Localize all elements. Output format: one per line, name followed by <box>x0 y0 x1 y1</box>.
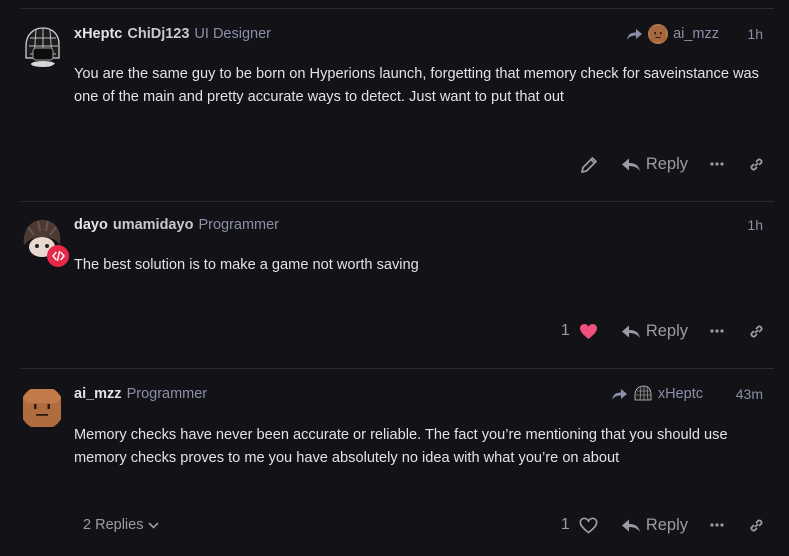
chevron-down-icon <box>148 521 160 529</box>
author-line: ai_mzz Programmer <box>74 384 207 404</box>
heart-outline-icon <box>579 516 598 534</box>
reply-to-username: ai_mzz <box>673 26 719 42</box>
share-link-button[interactable] <box>748 517 765 534</box>
replies-count-label: 2 Replies <box>83 517 144 533</box>
post-time[interactable]: 1h <box>747 215 763 235</box>
post-body: Memory checks have never been accurate o… <box>74 427 728 466</box>
more-icon <box>710 523 724 527</box>
reply-to-tab[interactable]: ai_mzz <box>627 24 719 44</box>
share-link-button[interactable] <box>748 323 765 340</box>
more-icon <box>710 162 724 166</box>
full-name: umamidayo <box>112 217 194 233</box>
more-button[interactable] <box>710 329 724 333</box>
post-time[interactable]: 1h <box>747 24 763 44</box>
author-line: xHeptc ChiDj123 UI Designer <box>74 24 271 44</box>
reply-button[interactable]: Reply <box>621 154 688 174</box>
reply-to-avatar <box>648 24 669 44</box>
like-button[interactable]: 1 <box>561 322 598 340</box>
reply-arrow-icon <box>621 158 640 171</box>
post-actions: 1 Reply <box>561 511 765 539</box>
user-title: Programmer <box>126 386 208 402</box>
code-badge-icon <box>47 245 69 267</box>
divider <box>20 8 774 9</box>
reply-button[interactable]: Reply <box>621 321 688 341</box>
edit-button[interactable] <box>580 156 598 173</box>
reply-label: Reply <box>645 154 688 173</box>
avatar-ai-mzz[interactable] <box>20 386 64 430</box>
show-replies-button[interactable]: 2 Replies <box>83 517 160 533</box>
more-button[interactable] <box>710 523 724 527</box>
like-count: 1 <box>560 516 570 533</box>
user-title: Programmer <box>198 217 280 233</box>
post-time[interactable]: 43m <box>736 384 763 404</box>
share-link-button[interactable] <box>748 156 765 173</box>
reply-arrow-icon <box>621 519 640 532</box>
like-count: 1 <box>560 322 570 339</box>
username[interactable]: dayo <box>74 217 108 233</box>
more-button[interactable] <box>710 162 724 166</box>
link-icon <box>750 519 763 531</box>
heart-icon <box>579 323 597 339</box>
reply-to-tab[interactable]: xHeptc <box>611 384 703 404</box>
author-line: dayo umamidayo Programmer <box>74 215 279 235</box>
share-arrow-icon <box>611 388 627 400</box>
divider <box>20 368 774 369</box>
reply-to-username: xHeptc <box>657 386 703 402</box>
divider <box>20 201 774 202</box>
reply-arrow-icon <box>621 325 640 338</box>
reply-label: Reply <box>645 515 688 534</box>
post-body: The best solution is to make a game not … <box>74 257 419 273</box>
topic-thread: xHeptc ChiDj123 UI Designer ai_mzz 1h Yo… <box>0 0 789 556</box>
more-icon <box>710 329 724 333</box>
post-actions: 1 Reply <box>561 317 765 345</box>
link-icon <box>750 325 763 337</box>
post-body: You are the same guy to be born on Hyper… <box>74 66 759 105</box>
share-arrow-icon <box>627 28 643 40</box>
avatar-xheptc[interactable] <box>20 24 64 68</box>
post-actions: Reply <box>580 150 765 178</box>
full-name: ChiDj123 <box>127 26 190 42</box>
link-icon <box>750 158 763 170</box>
username[interactable]: ai_mzz <box>74 386 122 402</box>
user-title: UI Designer <box>194 26 271 42</box>
like-button[interactable]: 1 <box>561 516 598 534</box>
username[interactable]: xHeptc <box>74 26 122 42</box>
pencil-icon <box>580 156 597 173</box>
reply-button[interactable]: Reply <box>621 515 688 535</box>
reply-label: Reply <box>645 321 688 340</box>
reply-to-avatar <box>633 384 653 404</box>
